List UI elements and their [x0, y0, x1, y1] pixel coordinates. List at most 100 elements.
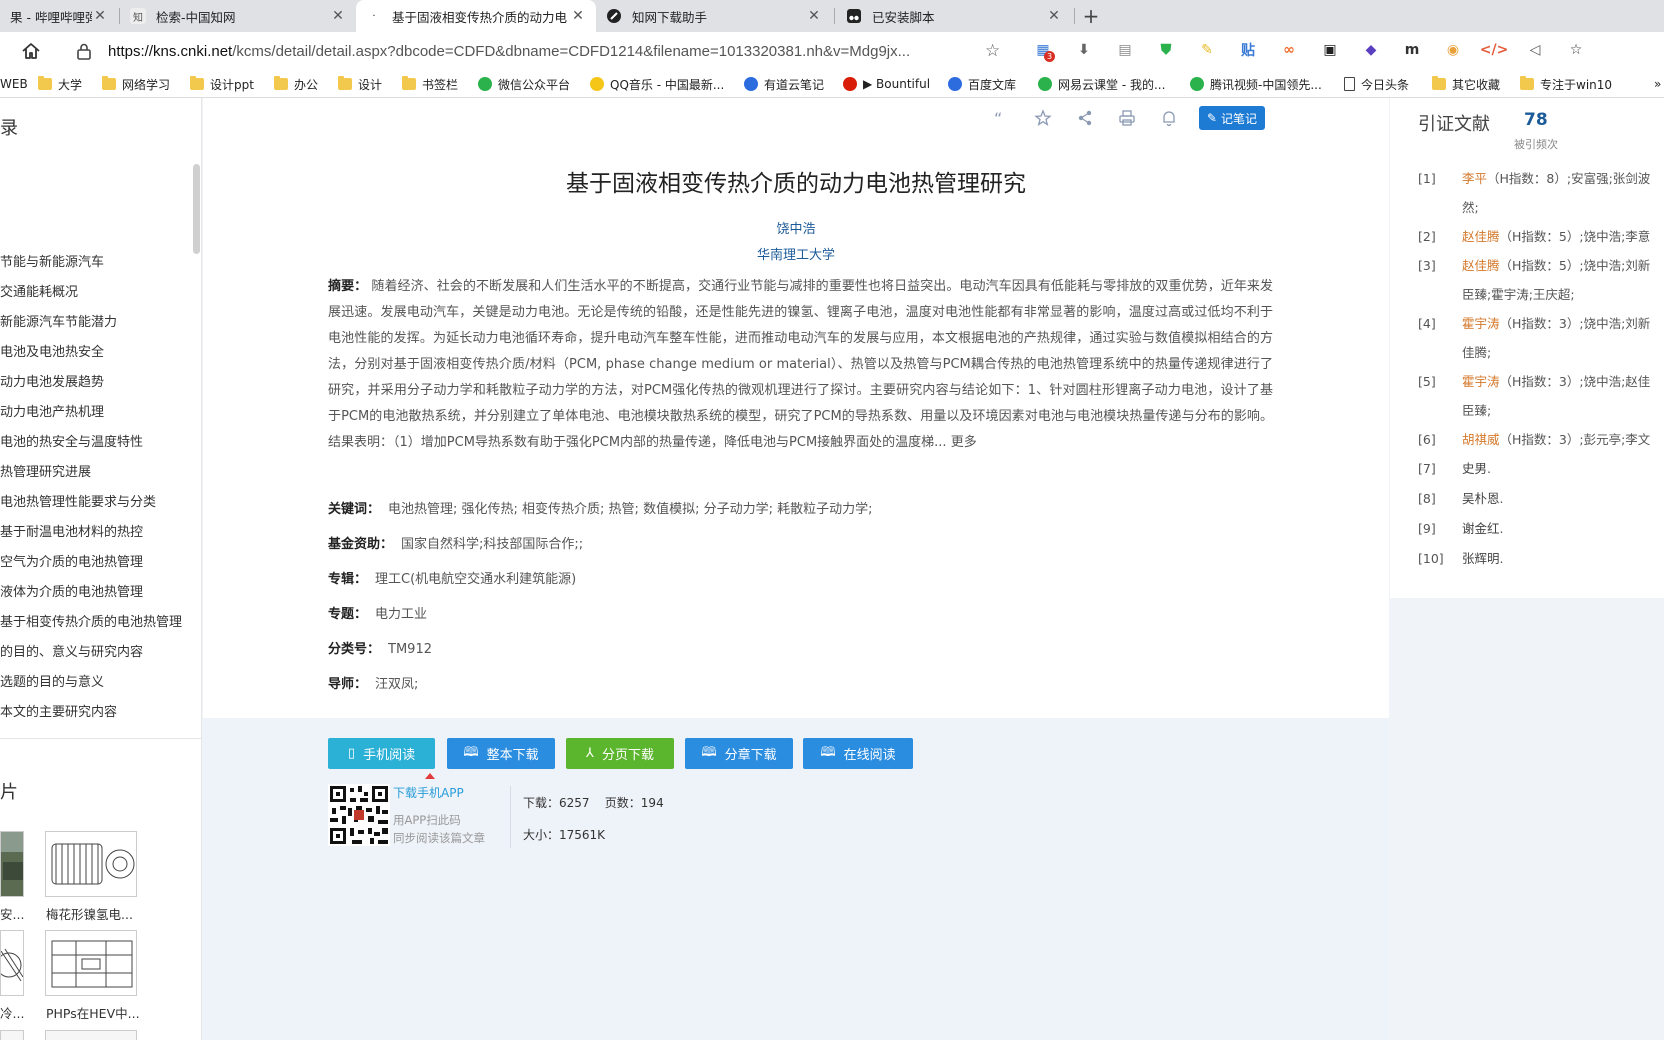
citation-item[interactable]: 然; [1418, 195, 1664, 224]
online-read-button[interactable]: 🕮 在线阅读 [803, 738, 913, 769]
tab-cnki-search[interactable]: 知 检索-中国知网 ✕ [120, 0, 356, 32]
toc-item[interactable]: 电池及电池热安全 [0, 338, 190, 368]
figure-thumbnail[interactable] [45, 930, 137, 996]
bookmark-item[interactable]: 今日头条 [1344, 75, 1409, 93]
figure-thumbnail[interactable] [0, 831, 24, 897]
code-icon[interactable]: </> [1480, 41, 1509, 59]
tab-article[interactable]: · 基于固液相变传热介质的动力电 ✕ [356, 0, 596, 32]
citation-item[interactable]: [10] 张辉明. [1418, 546, 1664, 576]
home-icon[interactable] [20, 40, 42, 62]
citation-item[interactable]: [8] 吴朴恩. [1418, 486, 1664, 516]
bookmark-item[interactable]: 百度文库 [948, 75, 1016, 93]
funding-value[interactable]: 国家自然科学;科技部国际合作;; [401, 537, 583, 552]
lock-icon[interactable] [74, 41, 94, 61]
url-text[interactable]: https://kns.cnki.net/kcms/detail/detail.… [108, 43, 985, 60]
citation-item[interactable]: 佳腾; [1418, 340, 1664, 369]
bookmark-item[interactable]: 网络学习 [102, 75, 170, 93]
sound-icon[interactable]: ◁ [1526, 41, 1544, 59]
toc-item[interactable]: 电池热管理性能要求与分类 [0, 488, 190, 518]
url-field[interactable]: https://kns.cnki.net/kcms/detail/detail.… [62, 36, 1015, 66]
citation-item[interactable]: [3] 赵佳腾（H指数：5）;饶中浩;刘新 [1418, 253, 1664, 282]
bookmark-item[interactable]: 设计ppt [190, 75, 254, 93]
bookmark-item[interactable]: 腾讯视频-中国领先... [1190, 75, 1322, 93]
citation-item[interactable]: [4] 霍宇涛（H指数：3）;饶中浩;刘新 [1418, 311, 1664, 340]
toc-item[interactable]: 本文的主要研究内容 [0, 698, 190, 728]
citation-count[interactable]: 78 [1524, 110, 1548, 130]
bookmark-item[interactable]: 书签栏 [402, 75, 458, 93]
toc-item[interactable]: 节能与新能源汽车 [0, 248, 190, 278]
bookmark-item[interactable]: 网易云课堂 - 我的... [1038, 75, 1165, 93]
bookmark-item[interactable]: ▶ Bountiful [843, 75, 930, 93]
toc-item[interactable]: 基于耐温电池材料的热控 [0, 518, 190, 548]
toc-item[interactable]: 的目的、意义与研究内容 [0, 638, 190, 668]
close-icon[interactable]: ✕ [330, 8, 346, 24]
close-icon[interactable]: ✕ [570, 8, 586, 24]
close-icon[interactable]: ✕ [92, 8, 108, 24]
bookmark-star-icon[interactable]: ☆ [985, 41, 1003, 61]
cube-icon[interactable]: ◆ [1362, 41, 1380, 59]
institution-link[interactable]: 华南理工大学 [203, 244, 1389, 263]
mobile-read-button[interactable]: ▯ 手机阅读 [328, 738, 435, 769]
bookmark-item[interactable]: 大学 [38, 75, 82, 93]
citation-item[interactable]: 臣臻; [1418, 398, 1664, 427]
toc-item[interactable]: 选题的目的与意义 [0, 668, 190, 698]
figure-thumbnail[interactable] [45, 831, 137, 897]
citation-item[interactable]: [5] 霍宇涛（H指数：3）;饶中浩;赵佳 [1418, 369, 1664, 398]
bell-icon[interactable] [1155, 104, 1183, 132]
tab-bilibili[interactable]: 果 - 哔哩哔哩弹幕 ✕ [0, 0, 118, 32]
reader-icon[interactable]: ▤ [1116, 41, 1134, 59]
quote-icon[interactable]: “ [987, 104, 1015, 132]
full-download-button[interactable]: 🕮 整本下载 [447, 738, 555, 769]
toc-item[interactable]: 液体为介质的电池热管理 [0, 578, 190, 608]
toc-item[interactable]: 动力电池产热机理 [0, 398, 190, 428]
close-icon[interactable]: ✕ [1046, 8, 1062, 24]
favorite-star-icon[interactable] [1029, 104, 1057, 132]
take-note-button[interactable]: ✎ 记笔记 [1198, 106, 1265, 130]
toc-item[interactable]: 空气为介质的电池热管理 [0, 548, 190, 578]
bookmark-item[interactable]: 专注于win10 [1520, 75, 1612, 93]
citation-author[interactable]: 胡祺威 [1462, 432, 1500, 447]
chrome-icon[interactable]: ◉ [1444, 41, 1462, 59]
bookmark-item[interactable]: WEB [0, 75, 28, 93]
toc-item[interactable]: 电池的热安全与温度特性 [0, 428, 190, 458]
advisor-value[interactable]: 汪双凤; [375, 677, 418, 692]
favorites-icon[interactable]: ☆ [1567, 41, 1585, 59]
citation-author[interactable]: 赵佳腾 [1462, 229, 1500, 244]
bookmark-item[interactable]: 其它收藏 [1432, 75, 1500, 93]
citation-item[interactable]: [6] 胡祺威（H指数：3）;彭元亭;李文 [1418, 427, 1664, 456]
print-icon[interactable] [1113, 104, 1141, 132]
citation-author[interactable]: 张辉明 [1462, 551, 1500, 566]
citation-author[interactable]: 李平 [1462, 171, 1487, 186]
shield-icon[interactable]: ⛊ [1157, 41, 1175, 59]
bookmark-item[interactable]: 设计 [338, 75, 382, 93]
bookmark-item[interactable]: 微信公众平台 [478, 75, 570, 93]
qr-icon[interactable]: ▣ [1321, 41, 1339, 59]
citation-author[interactable]: 霍宇涛 [1462, 374, 1500, 389]
sidebar-scrollbar[interactable] [193, 164, 200, 254]
more-link[interactable]: 更多 [951, 435, 977, 450]
tab-installed-scripts[interactable]: 已安装脚本 ✕ [836, 0, 1072, 32]
infinity-icon[interactable]: ∞ [1280, 41, 1298, 59]
toc-item[interactable]: 热管理研究进展 [0, 458, 190, 488]
download-app-link[interactable]: 下载手机APP [393, 784, 464, 801]
author-link[interactable]: 饶中浩 [203, 218, 1389, 237]
download-icon[interactable]: ⬇ [1075, 41, 1093, 59]
figure-thumbnail[interactable] [0, 1030, 24, 1040]
bookmark-item[interactable]: 办公 [274, 75, 318, 93]
toc-item[interactable]: 交通能耗概况 [0, 278, 190, 308]
tieba-icon[interactable]: 贴 [1239, 41, 1257, 59]
note-icon[interactable]: ✎ [1198, 41, 1216, 59]
page-download-button[interactable]: ⅄ 分页下载 [566, 738, 674, 769]
chapter-download-button[interactable]: 🕮 分章下载 [685, 738, 793, 769]
figure-thumbnail[interactable] [45, 1030, 137, 1040]
keywords-value[interactable]: 电池热管理; 强化传热; 相变传热介质; 热管; 数值模拟; 分子动力学; 耗散… [388, 502, 872, 517]
citation-author[interactable]: 赵佳腾 [1462, 258, 1500, 273]
citation-item[interactable]: [7] 史男. [1418, 456, 1664, 486]
bookmark-item[interactable]: QQ音乐 - 中国最新... [590, 75, 724, 93]
m-icon[interactable]: m [1403, 41, 1421, 59]
new-tab-button[interactable]: + [1078, 0, 1104, 32]
citation-item[interactable]: [2] 赵佳腾（H指数：5）;饶中浩;李意 [1418, 224, 1664, 253]
share-icon[interactable] [1071, 104, 1099, 132]
more-bookmarks-icon[interactable]: » [1654, 75, 1661, 93]
tab-download-helper[interactable]: 知网下载助手 ✕ [596, 0, 832, 32]
